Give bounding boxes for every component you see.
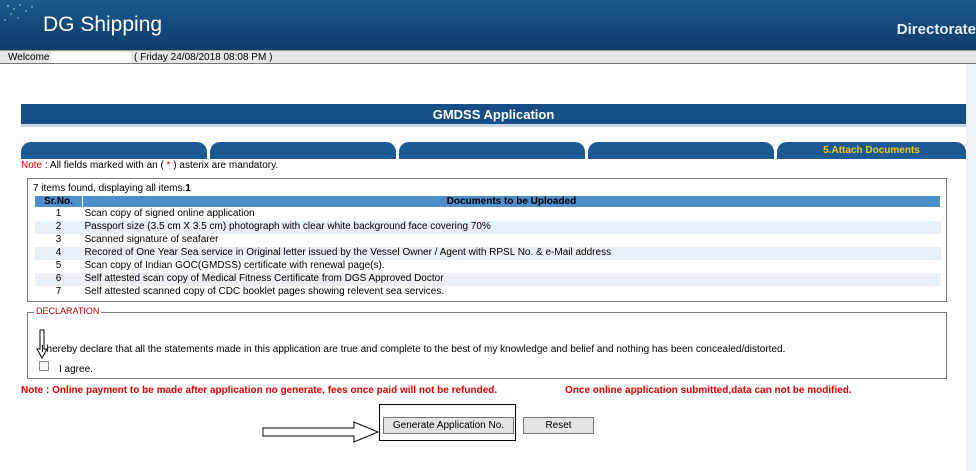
site-header: DG Shipping Directorate [0, 0, 976, 50]
tab-step-2[interactable] [210, 142, 396, 159]
declaration-legend: DECLARATION [34, 306, 102, 316]
note-text-after: ) asterix are mandatory. [170, 160, 279, 171]
welcome-datetime: ( Friday 24/08/2018 08:08 PM ) [134, 52, 273, 63]
row-doc: Scan copy of signed online application [84, 208, 255, 220]
table-row: 4 Recored of One Year Sea service in Orig… [34, 246, 941, 260]
documents-table: Sr.No. Documents to be Uploaded 1 Scan co… [34, 195, 941, 299]
row-sr: 5 [55, 260, 62, 271]
table-row: 2 Passport size (3.5 cm X 3.5 cm) photogr… [34, 220, 941, 234]
declaration-fieldset: DECLARATION I hereby declare that all th… [27, 306, 947, 379]
tab-step-3[interactable] [399, 142, 585, 159]
welcome-label: Welcome [8, 52, 50, 63]
step-tabs: 5.Attach Documents [21, 142, 966, 159]
row-doc: Scanned signature of seafarer [84, 234, 219, 245]
table-row: 3 Scanned signature of seafarer [35, 234, 941, 247]
declaration-statement: I hereby declare that all the statements… [41, 344, 786, 355]
page-title: GMDSS Application [21, 104, 966, 127]
table-row: 1 Scan copy of signed online application [35, 208, 941, 221]
redacted-username [51, 52, 131, 63]
row-doc: Self attested scan copy of Medical Fitne… [82, 272, 941, 286]
row-sr: 4 [34, 246, 83, 260]
note-prefix: Note [21, 160, 43, 171]
tab-attach-documents[interactable]: 5.Attach Documents [777, 142, 966, 159]
payment-note: Note : Online payment to be made after a… [21, 385, 498, 396]
right-edge-strip [966, 64, 976, 471]
row-doc: Recored of One Year Sea service in Origi… [82, 246, 941, 260]
table-row: 5 Scan copy of Indian GOC(GMDSS) certific… [35, 260, 941, 273]
items-found-label: 7 items found, displaying all items. [33, 183, 186, 194]
row-doc: Self attested scanned copy of CDC bookle… [84, 286, 445, 297]
row-sr: 2 [34, 220, 83, 234]
bottom-notes: Note : Online payment to be made after a… [21, 385, 852, 396]
generate-application-button[interactable]: Generate Application No. [383, 417, 514, 434]
row-doc: Scan copy of Indian GOC(GMDSS) certifica… [84, 260, 385, 271]
row-sr: 3 [55, 234, 62, 245]
note-text-before: : All fields marked with an ( [42, 160, 167, 171]
agree-checkbox[interactable] [39, 361, 49, 371]
row-sr: 6 [34, 272, 83, 286]
right-arrow-icon [262, 421, 380, 443]
documents-panel: 7 items found, displaying all items.1 Sr… [27, 178, 947, 302]
table-row: 6 Self attested scan copy of Medical Fitn… [34, 272, 941, 286]
row-doc: Passport size (3.5 cm X 3.5 cm) photogra… [82, 220, 941, 234]
row-sr: 7 [55, 286, 62, 297]
row-sr: 1 [55, 208, 62, 220]
tab-step-1[interactable] [21, 142, 207, 159]
col-header-documents: Documents to be Uploaded [82, 195, 941, 208]
table-row: 7 Self attested scanned copy of CDC bookl… [35, 286, 941, 299]
items-found-text: 7 items found, displaying all items.1 [33, 183, 191, 194]
reset-button[interactable]: Reset [523, 417, 594, 434]
col-header-srno: Sr.No. [34, 195, 83, 208]
submission-note: Once online application submitted,data c… [565, 385, 852, 396]
site-logo: DG Shipping [43, 13, 163, 36]
tab-step-4[interactable] [588, 142, 774, 159]
welcome-bar: Welcome ( Friday 24/08/2018 08:08 PM ) [0, 50, 976, 64]
mandatory-note: Note : All fields marked with an ( * ) a… [21, 160, 278, 171]
header-directorate-text: Directorate [896, 21, 976, 38]
agree-label: I agree. [59, 364, 93, 375]
items-found-page: 1 [185, 183, 191, 194]
